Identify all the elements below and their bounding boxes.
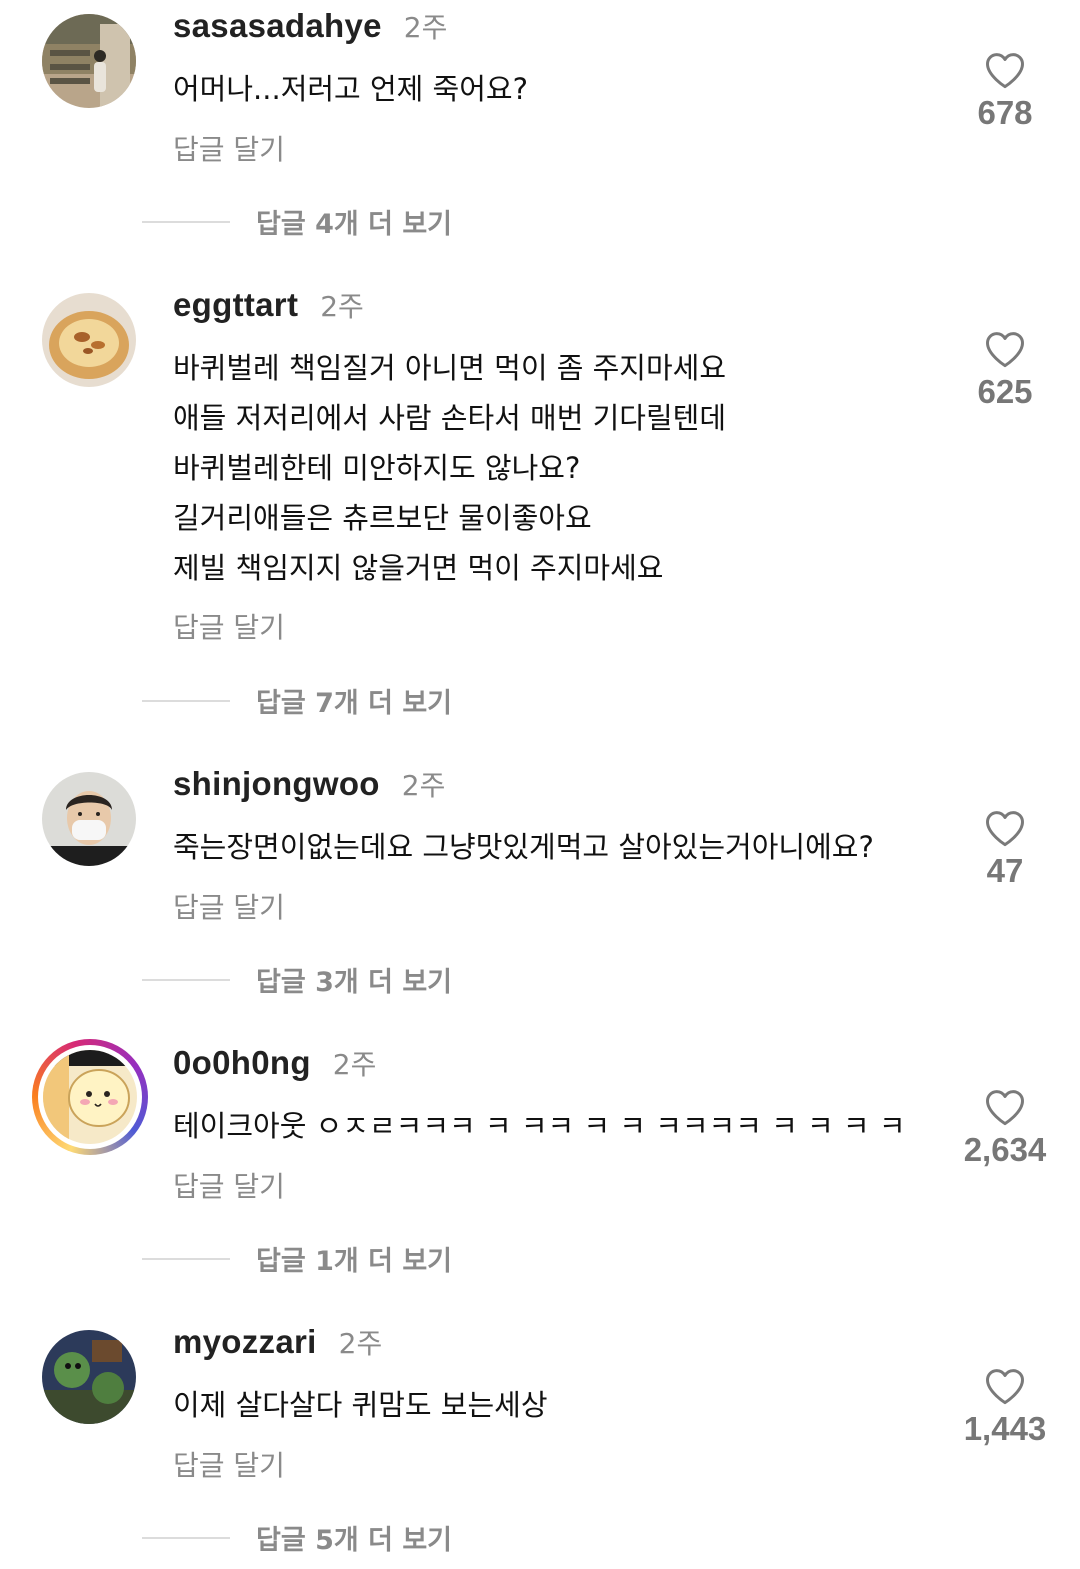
username[interactable]: myozzari bbox=[173, 1323, 317, 1361]
heart-outline-icon[interactable] bbox=[984, 1366, 1026, 1406]
story-ring-gap bbox=[38, 1045, 142, 1149]
timestamp: 2주 bbox=[338, 1327, 383, 1360]
reply-button[interactable]: 답글 달기 bbox=[173, 886, 285, 926]
like-count: 47 bbox=[986, 852, 1024, 889]
comment-header: shinjongwoo 2주 bbox=[173, 764, 445, 808]
reply-button[interactable]: 답글 달기 bbox=[173, 1444, 285, 1484]
view-more-replies[interactable]: 답글 4개 더 보기 bbox=[142, 202, 452, 241]
heart-outline-icon[interactable] bbox=[984, 1087, 1026, 1127]
comment-text: 바퀴벌레 책임질거 아니면 먹이 좀 주지마세요 애들 저저리에서 사람 손타서… bbox=[173, 343, 943, 593]
comment-text: 테이크아웃 ㅇㅈㄹㅋㅋㅋ ㅋ ㅋㅋ ㅋ ㅋ ㅋㅋㅋㅋ ㅋ ㅋ ㅋ ㅋ bbox=[173, 1101, 943, 1151]
avatar-photo bbox=[42, 293, 136, 387]
view-more-replies-label[interactable]: 답글 7개 더 보기 bbox=[256, 681, 452, 720]
comment-header: eggttart 2주 bbox=[173, 285, 364, 329]
comment-text: 어머나...저러고 언제 죽어요? bbox=[173, 64, 943, 114]
avatar[interactable] bbox=[42, 772, 136, 866]
reply-divider bbox=[142, 220, 230, 223]
like-count: 625 bbox=[977, 373, 1033, 410]
like-control: 678 bbox=[940, 50, 1070, 132]
view-more-replies-label[interactable]: 답글 5개 더 보기 bbox=[256, 1518, 452, 1557]
reply-divider bbox=[142, 1257, 230, 1260]
heart-outline-icon[interactable] bbox=[984, 808, 1026, 848]
comment-line: 애들 저저리에서 사람 손타서 매번 기다릴텐데 bbox=[173, 401, 727, 435]
reply-button[interactable]: 답글 달기 bbox=[173, 128, 285, 168]
like-control: 625 bbox=[940, 329, 1070, 411]
username[interactable]: eggttart bbox=[173, 286, 298, 324]
comment-text: 이제 살다살다 퀴맘도 보는세상 bbox=[173, 1380, 943, 1430]
like-control: 47 bbox=[940, 808, 1070, 890]
avatar[interactable] bbox=[42, 14, 136, 108]
view-more-replies-label[interactable]: 답글 4개 더 보기 bbox=[256, 202, 452, 241]
comment-line: 길거리애들은 츄르보단 물이좋아요 bbox=[173, 501, 592, 535]
comment-line: 바퀴벌레한테 미안하지도 않나요? bbox=[173, 451, 581, 485]
username[interactable]: 0o0h0ng bbox=[173, 1044, 311, 1082]
comment-header: 0o0h0ng 2주 bbox=[173, 1043, 376, 1087]
reply-button[interactable]: 답글 달기 bbox=[173, 606, 285, 646]
heart-outline-icon[interactable] bbox=[984, 50, 1026, 90]
username[interactable]: shinjongwoo bbox=[173, 765, 380, 803]
timestamp: 2주 bbox=[332, 1048, 377, 1081]
view-more-replies-label[interactable]: 답글 3개 더 보기 bbox=[256, 960, 452, 999]
view-more-replies-label[interactable]: 답글 1개 더 보기 bbox=[256, 1239, 452, 1278]
comment-line: 테이크아웃 ㅇㅈㄹㅋㅋㅋ ㅋ ㅋㅋ ㅋ ㅋ ㅋㅋㅋㅋ ㅋ ㅋ ㅋ ㅋ bbox=[173, 1109, 906, 1143]
like-count: 1,443 bbox=[963, 1410, 1047, 1447]
comment-line: 죽는장면이없는데요 그냥맛있게먹고 살아있는거아니에요? bbox=[173, 830, 874, 864]
heart-outline-icon[interactable] bbox=[984, 329, 1026, 369]
view-more-replies[interactable]: 답글 5개 더 보기 bbox=[142, 1518, 452, 1557]
comment-text: 죽는장면이없는데요 그냥맛있게먹고 살아있는거아니에요? bbox=[173, 822, 943, 872]
reply-divider bbox=[142, 699, 230, 702]
reply-divider bbox=[142, 978, 230, 981]
avatar[interactable] bbox=[42, 293, 136, 387]
timestamp: 2주 bbox=[320, 290, 364, 323]
view-more-replies[interactable]: 답글 7개 더 보기 bbox=[142, 681, 452, 720]
like-count: 2,634 bbox=[963, 1131, 1047, 1168]
comment-line: 바퀴벌레 책임질거 아니면 먹이 좀 주지마세요 bbox=[173, 351, 727, 385]
like-control: 1,443 bbox=[940, 1366, 1070, 1448]
view-more-replies[interactable]: 답글 1개 더 보기 bbox=[142, 1239, 452, 1278]
comment-line: 어머나...저러고 언제 죽어요? bbox=[173, 72, 528, 106]
reply-divider bbox=[142, 1536, 230, 1539]
avatar-photo bbox=[42, 772, 136, 866]
comment-line: 제빌 책임지지 않을거면 먹이 주지마세요 bbox=[173, 551, 664, 585]
avatar-photo bbox=[42, 14, 136, 108]
comment-line: 이제 살다살다 퀴맘도 보는세상 bbox=[173, 1388, 548, 1422]
avatar bbox=[43, 1050, 137, 1144]
like-control: 2,634 bbox=[940, 1087, 1070, 1169]
avatar[interactable] bbox=[42, 1330, 136, 1424]
avatar-photo bbox=[43, 1050, 137, 1144]
view-more-replies[interactable]: 답글 3개 더 보기 bbox=[142, 960, 452, 999]
reply-button[interactable]: 답글 달기 bbox=[173, 1165, 285, 1205]
comment-header: sasasadahye 2주 bbox=[173, 6, 447, 50]
username[interactable]: sasasadahye bbox=[173, 7, 382, 45]
avatar-with-story-ring[interactable] bbox=[32, 1039, 148, 1155]
comment-header: myozzari 2주 bbox=[173, 1322, 382, 1366]
timestamp: 2주 bbox=[401, 769, 446, 802]
timestamp: 2주 bbox=[403, 11, 448, 44]
like-count: 678 bbox=[977, 94, 1033, 131]
avatar-photo bbox=[42, 1330, 136, 1424]
